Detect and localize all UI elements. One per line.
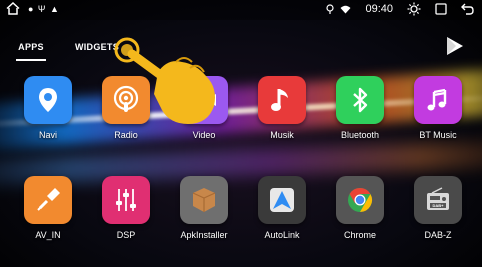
back-icon[interactable] — [461, 3, 474, 15]
app-label: AutoLink — [264, 230, 300, 240]
app-dsp[interactable]: DSP — [91, 176, 161, 246]
bt-music-icon — [414, 76, 462, 124]
app-video[interactable]: Video — [169, 76, 239, 146]
app-apkinstaller[interactable]: ApkInstaller — [169, 176, 239, 246]
app-musik[interactable]: Musik — [247, 76, 317, 146]
home-screen: ● Ψ ▲ 09:40 APPS WIDGETS Navi Radio Vide… — [0, 0, 482, 267]
brightness-icon[interactable] — [407, 2, 421, 16]
tab-widgets[interactable]: WIDGETS — [68, 36, 126, 58]
bluetooth-icon — [336, 76, 384, 124]
app-navi[interactable]: Navi — [13, 76, 83, 146]
rca-plug-icon — [24, 176, 72, 224]
dab-radio-icon: DAB+ — [414, 176, 462, 224]
wifi-icon — [340, 5, 351, 14]
app-dab-z[interactable]: DAB+ DAB-Z — [403, 176, 473, 246]
app-label: Navi — [38, 130, 57, 140]
app-label: Video — [192, 130, 216, 140]
app-autolink[interactable]: AutoLink — [247, 176, 317, 246]
equalizer-icon — [102, 176, 150, 224]
app-label: ApkInstaller — [180, 230, 228, 240]
podcast-icon — [102, 76, 150, 124]
status-bar: ● Ψ ▲ 09:40 — [0, 0, 482, 20]
app-av-in[interactable]: AV_IN — [13, 176, 83, 246]
chrome-icon — [336, 176, 384, 224]
home-icon[interactable] — [6, 2, 20, 15]
video-icon — [180, 76, 228, 124]
app-label: DAB-Z — [424, 230, 452, 240]
app-label: AV_IN — [35, 230, 61, 240]
app-label: DSP — [116, 230, 136, 240]
app-label: Bluetooth — [340, 130, 380, 140]
play-store-icon[interactable] — [442, 34, 468, 58]
notification-indicators: ● Ψ ▲ — [28, 3, 60, 14]
autolink-icon — [258, 176, 306, 224]
app-label: Radio — [114, 130, 138, 140]
tab-bar: APPS WIDGETS — [0, 36, 482, 61]
location-icon — [326, 4, 335, 14]
location-pin-icon — [24, 76, 72, 124]
app-label: Musik — [270, 130, 294, 140]
svg-text:DAB+: DAB+ — [432, 203, 444, 208]
app-bt-music[interactable]: BT Music — [403, 76, 473, 146]
app-label: Chrome — [343, 230, 376, 240]
app-chrome[interactable]: Chrome — [325, 176, 395, 246]
app-radio[interactable]: Radio — [91, 76, 161, 146]
clock: 09:40 — [365, 3, 393, 15]
recent-apps-icon[interactable] — [435, 3, 447, 15]
package-box-icon — [180, 176, 228, 224]
tab-apps[interactable]: APPS — [12, 36, 50, 61]
app-label: BT Music — [419, 130, 457, 140]
app-bluetooth[interactable]: Bluetooth — [325, 76, 395, 146]
music-note-icon — [258, 76, 306, 124]
